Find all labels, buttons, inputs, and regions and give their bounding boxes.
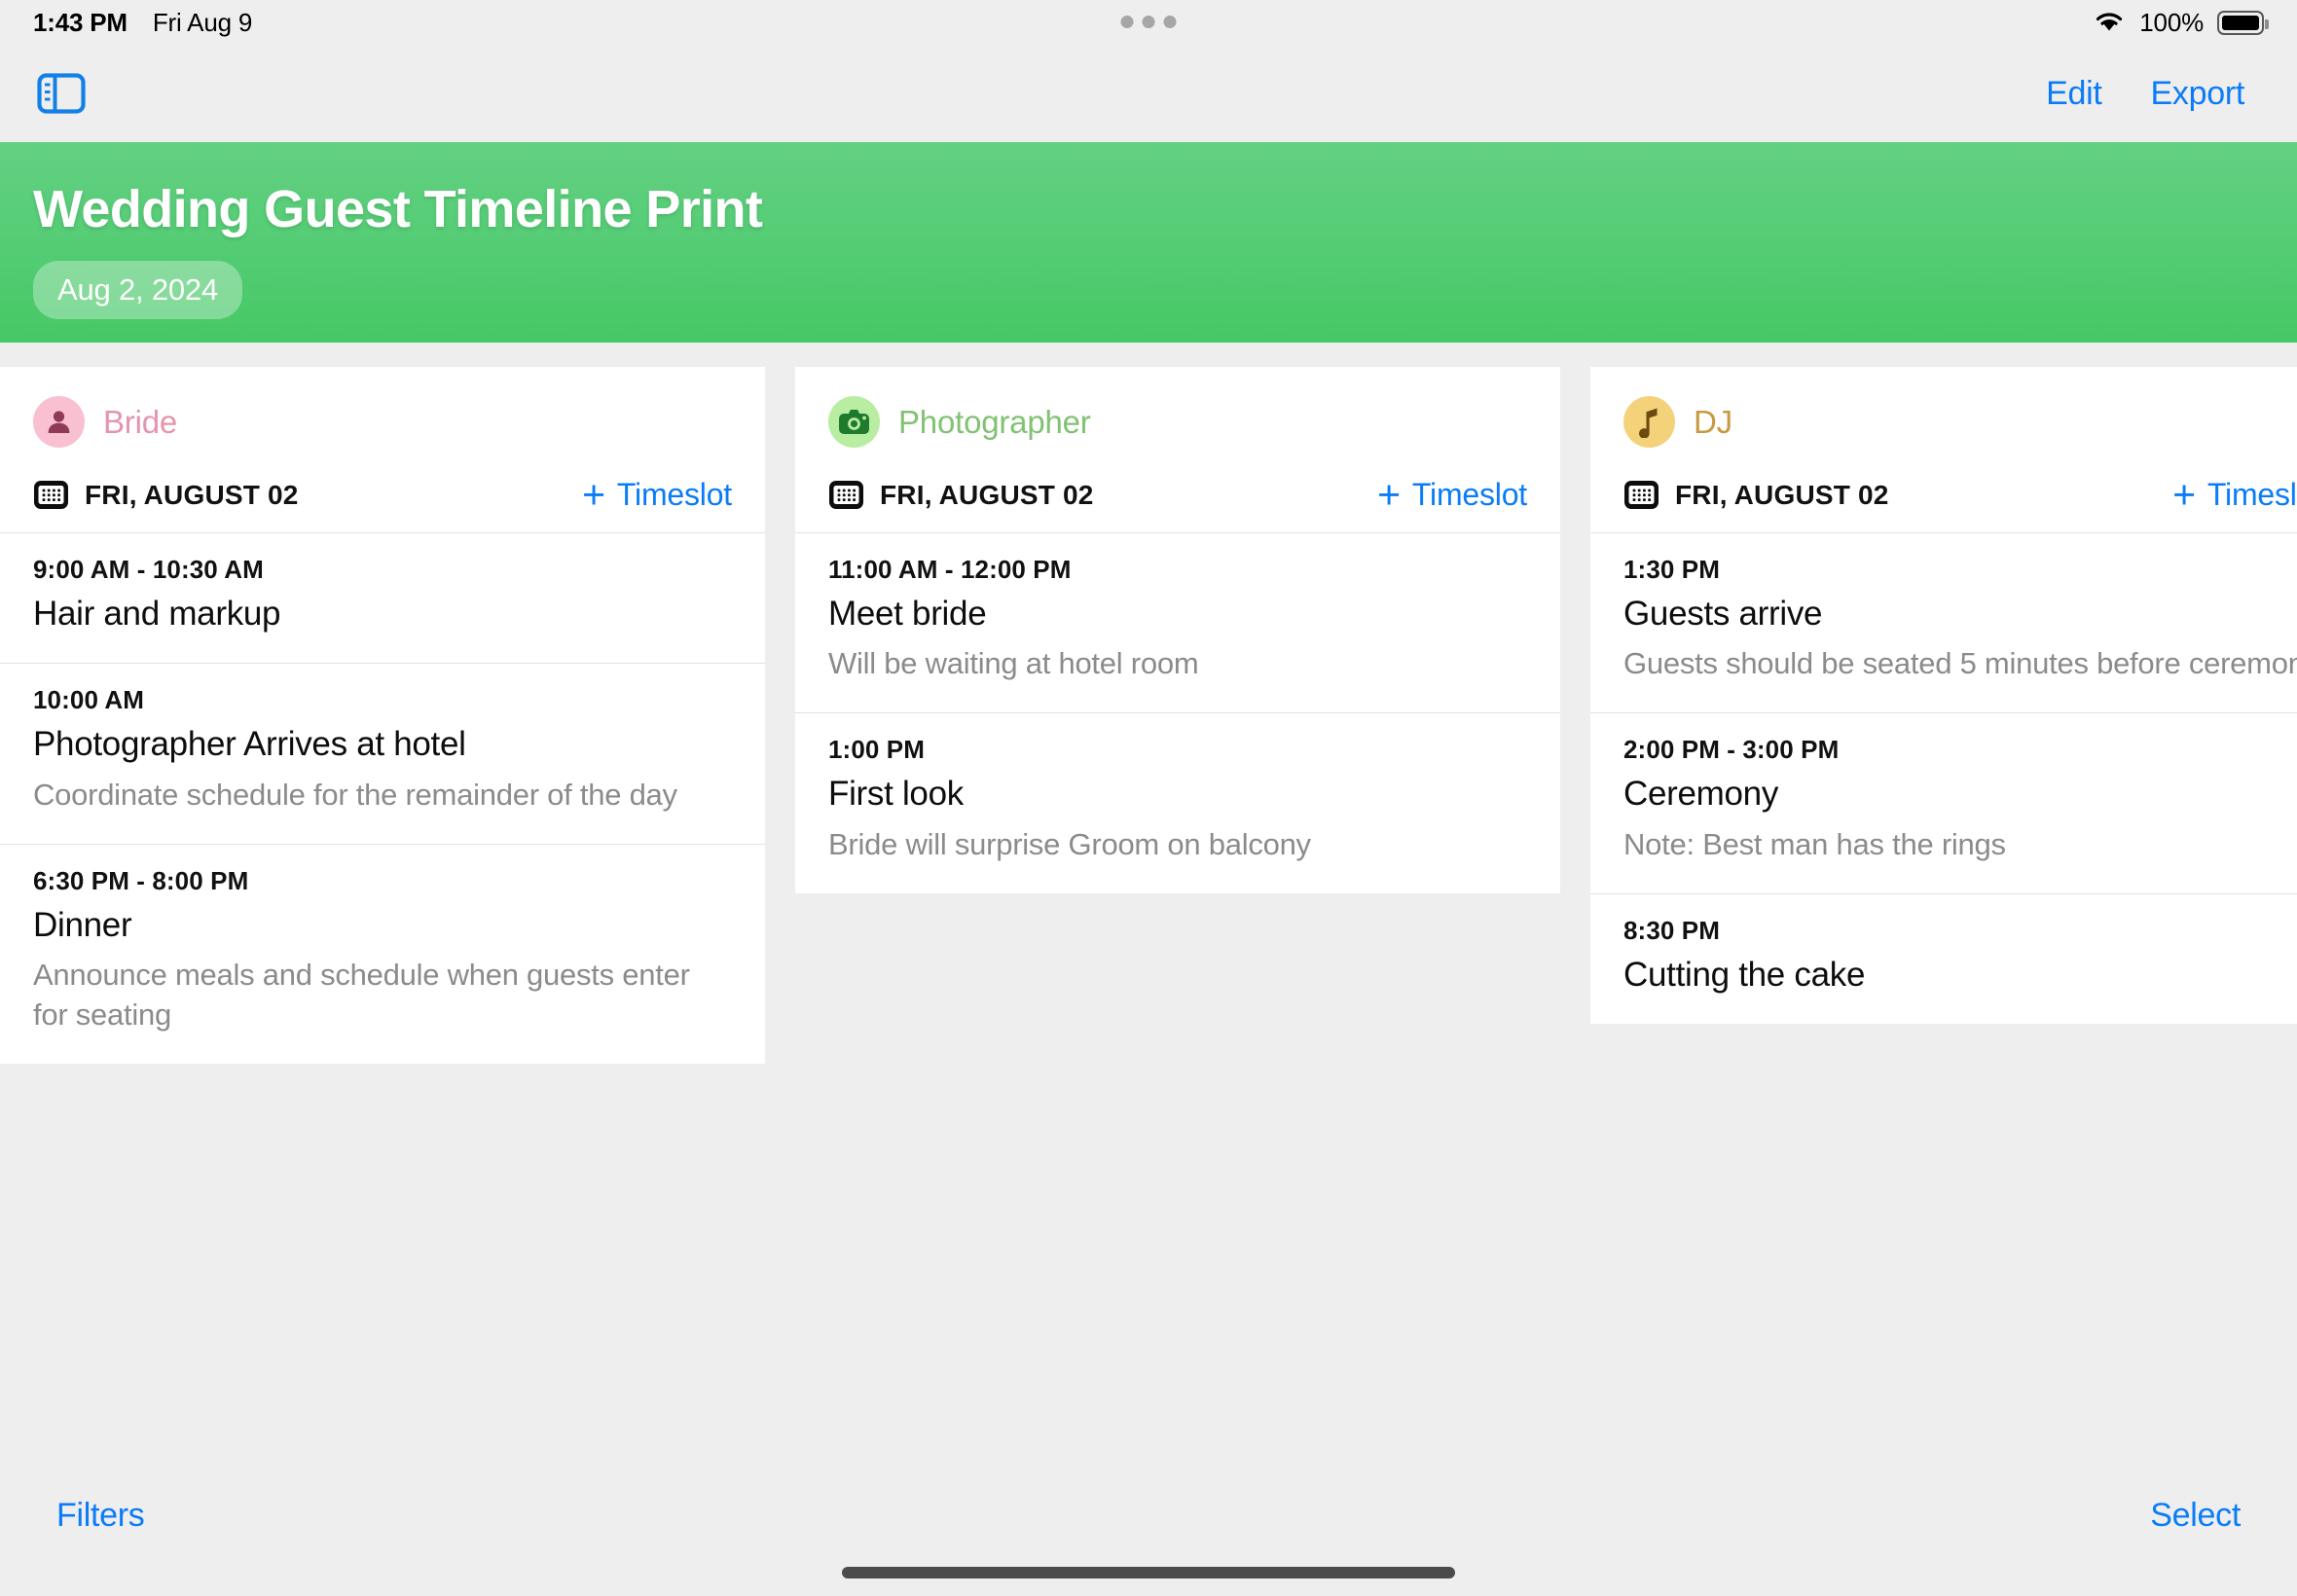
filters-button[interactable]: Filters [56,1497,145,1535]
column-header: Photographer FRI, AUGUST 02 + Timeslot [795,367,1560,532]
timeslot-note: Announce meals and schedule when guests … [33,957,690,1033]
timeslot-card[interactable]: 9:00 AM - 10:30 AM Hair and markup [0,532,765,664]
timeslot-time: 11:00 AM - 12:00 PM [828,555,1072,584]
timeslot-card[interactable]: 1:30 PM Guests arrive Guests should be s… [1590,532,2297,713]
wifi-icon [2093,8,2126,38]
owner-row[interactable]: Bride [33,396,732,448]
bottom-toolbar: Filters Select [0,1469,2297,1596]
timeslot-card[interactable]: 8:30 PM Cutting the cake [1590,892,2297,1025]
column-card: DJ FRI, AUGUST 02 + Timeslot 1:30 PM Gue… [1590,367,2297,1025]
timeslot-title: Guests arrive [1623,595,1823,633]
multitask-handle-icon[interactable] [1120,16,1177,28]
timeslot-title: Photographer Arrives at hotel [33,725,466,764]
add-timeslot-label: Timeslot [1411,477,1527,512]
timeslot-card[interactable]: 11:00 AM - 12:00 PM Meet bride Will be w… [795,532,1560,713]
calendar-icon [33,477,69,513]
status-bar-left: 1:43 PM Fri Aug 9 [33,8,252,38]
timeslot-card[interactable]: 10:00 AM Photographer Arrives at hotel C… [0,663,765,844]
add-timeslot-button[interactable]: + Timeslot [1377,472,1527,518]
timeslot-note: Bride will surprise Groom on balcony [828,826,1311,861]
timeslot-title: Dinner [33,905,132,944]
column-card: Photographer FRI, AUGUST 02 + Timeslot 1… [795,367,1560,893]
timeslot-card[interactable]: 6:30 PM - 8:00 PM Dinner Announce meals … [0,843,765,1065]
status-bar-right: 100% [2093,7,2269,38]
timeslot-card[interactable]: 1:00 PM First look Bride will surprise G… [795,712,1560,893]
timeslot-time: 1:30 PM [1623,555,1720,584]
export-button[interactable]: Export [2151,75,2245,113]
owner-row[interactable]: DJ [1623,396,2297,448]
project-date-badge: Aug 2, 2024 [33,261,243,319]
select-button[interactable]: Select [2150,1497,2241,1535]
plus-icon: + [1377,472,1401,518]
timeslot-note: Will be waiting at hotel room [828,646,1199,681]
home-indicator [842,1567,1455,1578]
status-bar: 1:43 PM Fri Aug 9 100% [0,0,2297,45]
timeslot-time: 8:30 PM [1623,915,1720,945]
calendar-icon [1623,477,1659,513]
music-note-icon [1623,396,1675,448]
timeslot-title: Hair and markup [33,595,281,633]
column-date-row: FRI, AUGUST 02 + Timeslot [33,472,732,532]
timeline-column: Bride FRI, AUGUST 02 + Timeslot 9:00 AM … [0,367,765,1469]
status-time: 1:43 PM [33,7,128,37]
plus-icon: + [582,472,605,518]
column-date-row: FRI, AUGUST 02 + Timeslot [1623,472,2297,532]
timeline-board: Bride FRI, AUGUST 02 + Timeslot 9:00 AM … [0,367,2297,1469]
timeslot-note: Guests should be seated 5 minutes before… [1623,646,2297,681]
nav-bar: Edit Export [0,45,2297,142]
timeslot-time: 9:00 AM - 10:30 AM [33,555,264,584]
owner-name: Bride [103,403,178,440]
timeslot-card[interactable]: 2:00 PM - 3:00 PM Ceremony Note: Best ma… [1590,712,2297,893]
timeslot-title: Ceremony [1623,775,1779,814]
column-date-label: FRI, AUGUST 02 [85,479,299,510]
timeslot-time: 2:00 PM - 3:00 PM [1623,735,1840,765]
timeslot-note: Coordinate schedule for the remainder of… [33,777,677,812]
timeslot-title: Cutting the cake [1623,955,1866,994]
owner-name: Photographer [898,403,1091,440]
status-date: Fri Aug 9 [152,7,253,37]
add-timeslot-label: Timeslot [616,477,732,512]
column-header: DJ FRI, AUGUST 02 + Timeslot [1590,367,2297,532]
column-date-label: FRI, AUGUST 02 [880,479,1094,510]
owner-row[interactable]: Photographer [828,396,1527,448]
battery-full-icon [2217,10,2269,35]
timeslot-note: Note: Best man has the rings [1623,826,2006,861]
battery-percent: 100% [2139,7,2204,37]
column-date-label: FRI, AUGUST 02 [1675,479,1889,510]
person-icon [33,396,85,448]
timeslot-time: 6:30 PM - 8:00 PM [33,865,249,895]
timeline-column: DJ FRI, AUGUST 02 + Timeslot 1:30 PM Gue… [1590,367,2297,1469]
timeslot-time: 10:00 AM [33,685,144,715]
column-date-row: FRI, AUGUST 02 + Timeslot [828,472,1527,532]
calendar-icon [828,477,864,513]
nav-actions: Edit Export [2046,75,2266,113]
camera-icon [828,396,880,448]
project-header: Wedding Guest Timeline Print Aug 2, 2024 [0,142,2297,343]
add-timeslot-label: Timeslot [2206,477,2297,512]
timeslot-title: First look [828,775,964,814]
sidebar-toggle-icon[interactable] [31,63,91,124]
plus-icon: + [2172,472,2196,518]
column-header: Bride FRI, AUGUST 02 + Timeslot [0,367,765,532]
column-card: Bride FRI, AUGUST 02 + Timeslot 9:00 AM … [0,367,765,1065]
owner-name: DJ [1694,403,1732,440]
add-timeslot-button[interactable]: + Timeslot [2172,472,2297,518]
timeline-column: Photographer FRI, AUGUST 02 + Timeslot 1… [795,367,1560,1469]
edit-button[interactable]: Edit [2046,75,2102,113]
page-title: Wedding Guest Timeline Print [33,180,763,238]
add-timeslot-button[interactable]: + Timeslot [582,472,732,518]
timeslot-title: Meet bride [828,595,987,633]
timeslot-time: 1:00 PM [828,735,925,765]
